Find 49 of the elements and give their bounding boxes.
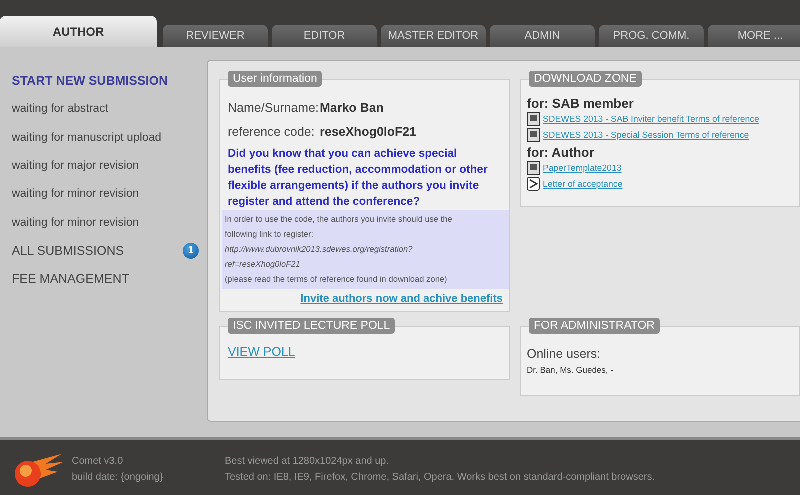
tab[interactable]: AUTHOR [0,16,157,47]
sidebar-item[interactable]: ALL SUBMISSIONS [12,244,124,258]
instruction-text: In order to use the code, the authors you invite should use the [225,213,454,226]
field-label: reference code: [228,125,316,139]
build-date: build date: {ongoing} [72,471,164,485]
sidebar-item[interactable]: FEE MANAGEMENT [12,272,130,286]
field-label: Name/Surname: [228,101,320,115]
benefits-notice: Did you know that you can achieve special benefits (fee reduction, accommodation or other flexible arrangements) if the authors you invite register and attend the conference? [228,147,489,210]
sidebar-item[interactable]: START NEW SUBMISSION [12,74,168,88]
sidebar-item[interactable]: waiting for minor revision [12,188,140,200]
tab[interactable]: ADMIN [490,25,595,47]
download-link[interactable]: PaperTemplate2013 [543,163,622,173]
tab[interactable]: PROG. COMM. [599,25,704,47]
instruction-text: following link to register: [225,228,315,241]
tab[interactable]: REVIEWER [163,25,268,47]
invite-link[interactable]: Invite authors now and achive benefits [300,293,503,305]
group-heading: for: SAB member [527,96,635,111]
app-version: Comet v3.0 [72,455,124,469]
registration-url: ref=reseXhog0loF21 [225,258,302,271]
online-users-list: Dr. Ban, Ms. Guedes, - [527,365,793,375]
field-value: Marko Ban [320,101,384,115]
document-icon [527,112,540,126]
field-value: reseXhog0loF21 [320,125,417,139]
download-link[interactable]: SDEWES 2013 - Special Session Terms of reference [543,130,750,140]
download-link[interactable]: SDEWES 2013 - SAB Inviter benefit Terms of reference [543,114,760,124]
sidebar-item[interactable]: waiting for manuscript upload [12,132,162,144]
panel-title: ISC INVITED LECTURE POLL [228,318,396,334]
sidebar-item[interactable]: waiting for major revision [12,160,140,172]
footer-note: Best viewed at 1280x1024px and up. [225,455,390,469]
comet-logo [12,454,64,488]
download-link[interactable]: Letter of acceptance [543,179,623,189]
count-badge: 1 [183,242,199,259]
document-icon [527,161,540,175]
panel-title: User information [228,71,322,87]
tab[interactable]: MORE ... [708,25,800,47]
online-users-heading: Online users: [527,347,602,361]
registration-url: http://www.dubrovnik2013.sdewes.org/registration? [225,243,414,256]
sidebar-item[interactable]: waiting for abstract [12,103,109,116]
view-poll-link[interactable]: VIEW POLL [228,345,296,359]
sidebar-item[interactable]: waiting for minor revision [12,216,140,229]
pdf-icon [527,177,540,191]
panel-title: DOWNLOAD ZONE [529,71,642,87]
group-heading: for: Author [527,145,596,160]
tab[interactable]: EDITOR [272,25,377,47]
document-icon [527,128,540,142]
instruction-text: (please read the terms of reference found in download zone) [225,273,448,286]
panel-title: FOR ADMINISTRATOR [529,318,660,334]
tab[interactable]: MASTER EDITOR [381,25,486,47]
footer-note: Tested on: IE8, IE9, Firefox, Chrome, Safari, Opera. Works best on standard-compliant browsers. [225,471,656,485]
